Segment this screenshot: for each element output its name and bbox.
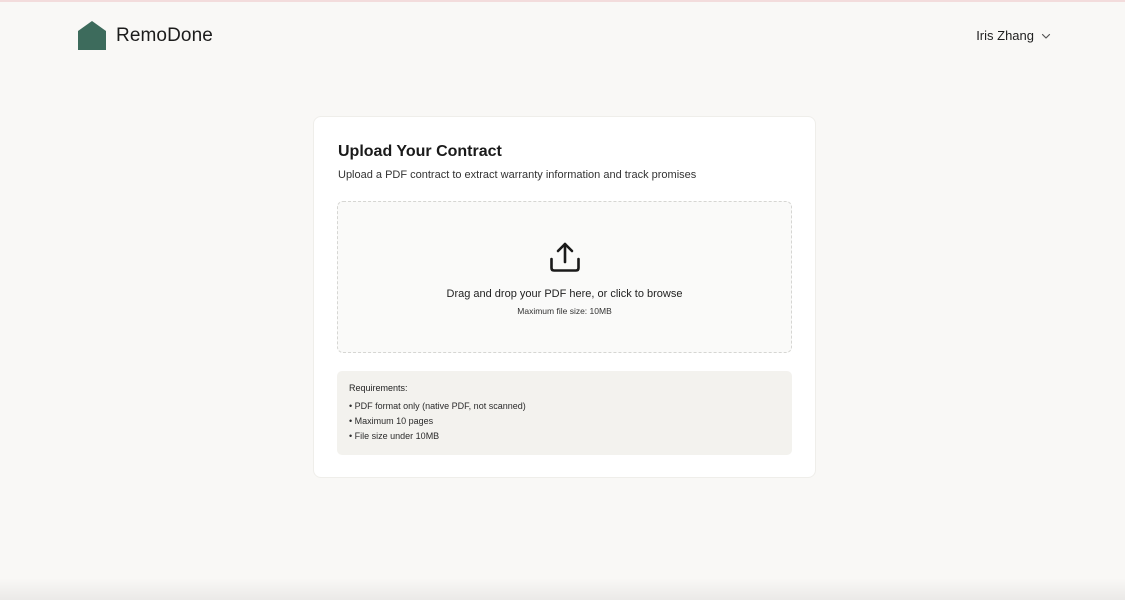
requirements-box: Requirements: • PDF format only (native … bbox=[337, 371, 792, 455]
max-file-size-note: Maximum file size: 10MB bbox=[517, 306, 612, 316]
requirement-item: • PDF format only (native PDF, not scann… bbox=[349, 401, 526, 411]
requirements-heading: Requirements: bbox=[349, 383, 408, 393]
requirement-item: • Maximum 10 pages bbox=[349, 416, 434, 426]
chevron-down-icon bbox=[1041, 33, 1051, 39]
window-bottom-shadow bbox=[0, 578, 1125, 600]
card-subtitle: Upload a PDF contract to extract warrant… bbox=[338, 169, 697, 181]
brand[interactable]: RemoDone bbox=[78, 21, 213, 50]
page: RemoDone Iris Zhang Upload Your Contract… bbox=[0, 0, 1125, 600]
pdf-dropzone[interactable]: Drag and drop your PDF here, or click to… bbox=[337, 201, 792, 353]
user-menu[interactable]: Iris Zhang bbox=[976, 28, 1051, 43]
app-header: RemoDone Iris Zhang bbox=[0, 0, 1125, 72]
brand-name: RemoDone bbox=[116, 24, 213, 46]
house-logo-icon bbox=[78, 21, 106, 50]
requirement-item: • File size under 10MB bbox=[349, 431, 440, 441]
user-name: Iris Zhang bbox=[976, 28, 1034, 43]
card-title: Upload Your Contract bbox=[338, 143, 502, 160]
upload-icon bbox=[550, 242, 580, 272]
upload-contract-card: Upload Your Contract Upload a PDF contra… bbox=[313, 116, 816, 478]
dropzone-instructions: Drag and drop your PDF here, or click to… bbox=[446, 288, 683, 300]
